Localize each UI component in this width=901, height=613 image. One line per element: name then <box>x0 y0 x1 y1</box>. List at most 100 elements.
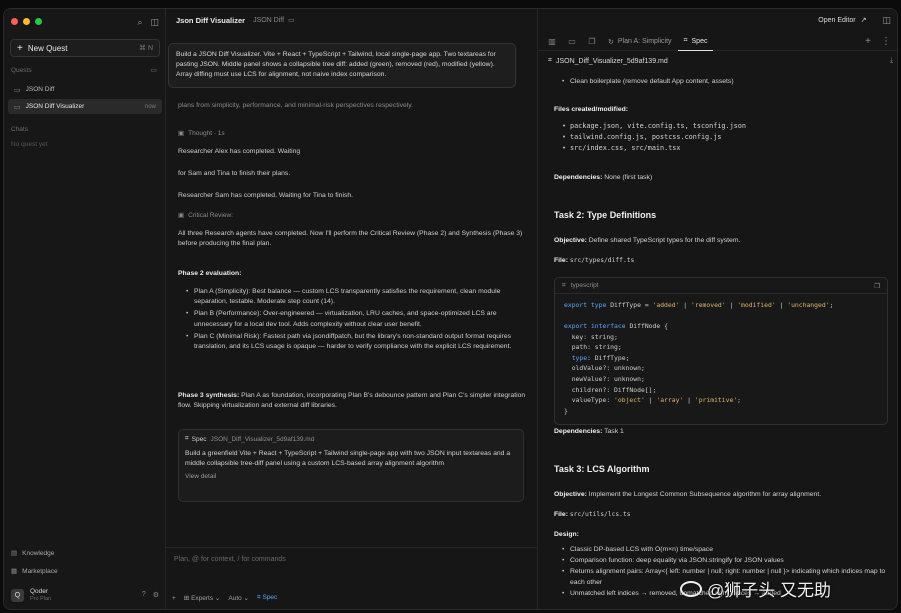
sidebar-item-time: now <box>144 103 156 110</box>
chats-section-label: Chats <box>11 126 28 133</box>
close-window-button[interactable] <box>11 18 18 25</box>
files-icon[interactable]: ▥ <box>542 37 562 46</box>
open-editor-label: Open Editor <box>818 16 856 24</box>
add-icon[interactable]: + <box>172 595 176 602</box>
history-icon: ↻ <box>608 38 614 46</box>
chat-input-area[interactable]: Plan, @ for context, / for commands + ⊞ … <box>166 547 897 609</box>
plan-evaluation-list: Plan A (Simplicity): Best balance — cust… <box>186 287 526 354</box>
copy-code-icon[interactable]: ❐ <box>874 282 880 290</box>
dependencies-line: Dependencies: Task 1 <box>554 428 624 435</box>
list-item: package.json, vite.config.ts, tsconfig.j… <box>562 121 889 132</box>
code-block: ⌗ typescript ❐ export type DiffType = 'a… <box>554 277 888 425</box>
page-title: Json Diff Visualizer <box>176 15 246 25</box>
chat-input[interactable]: Plan, @ for context, / for commands <box>174 556 286 563</box>
grid-icon: ▦ <box>11 568 18 575</box>
sidebar-item-json-diff[interactable]: ▭ JSON Diff <box>8 82 162 97</box>
user-profile[interactable]: Q Qoder Pro Plan ? ⚙ <box>8 585 162 605</box>
sidebar-item-label: JSON Diff Visualizer <box>25 103 85 110</box>
spec-summary: Build a greenfield Vite + React + TypeSc… <box>185 450 511 468</box>
tab-spec[interactable]: ⌗ Spec <box>677 33 714 51</box>
panel-toggle-icon[interactable]: ◫ <box>882 15 891 26</box>
new-folder-icon[interactable]: ▭ <box>150 66 157 74</box>
list-item: Plan B (Performance): Over-engineered — … <box>186 309 526 329</box>
weibo-logo-icon <box>680 580 702 597</box>
watermark-text: @狮子头 又无助 <box>707 581 831 600</box>
more-icon[interactable]: ⋮ <box>881 36 891 47</box>
knowledge-link[interactable]: ▤ Knowledge <box>11 549 54 558</box>
list-item: Classic DP-based LCS with O(m×n) time/sp… <box>562 545 889 556</box>
user-prompt-bubble: Build a JSON Diff Visualizer. Vite + Rea… <box>168 43 516 88</box>
spec-file-name: JSON_Diff_Visualizer_5d9af139.md <box>210 435 315 443</box>
book-icon: ▤ <box>11 550 18 557</box>
mode-select[interactable]: ⊞ Experts ⌄ <box>184 594 221 602</box>
sidebar-item-json-diff-visualizer[interactable]: ▭ JSON Diff Visualizer now <box>8 99 162 114</box>
list-item: src/index.css, src/main.tsx <box>562 143 889 154</box>
avatar: Q <box>11 588 24 602</box>
chat-message: Researcher Alex has completed. Waiting <box>178 148 301 155</box>
review-icon: ▣ <box>178 212 185 219</box>
user-name: Qoder <box>30 588 49 596</box>
list-item: Comparison function: deep equality via J… <box>562 556 889 567</box>
terminal-icon[interactable]: ▭ <box>562 37 582 46</box>
chats-empty-text: No quest yet <box>11 141 48 148</box>
thought-indicator[interactable]: ▣ Thought · 1s <box>178 129 225 138</box>
code-language: typescript <box>570 282 599 289</box>
chat-message: All three Research agents have completed… <box>178 230 523 248</box>
model-select[interactable]: Auto ⌄ <box>228 594 249 602</box>
list-item: Plan C (Minimal Risk): Fastest path via … <box>186 332 526 352</box>
spec-icon: ⌗ <box>683 37 688 44</box>
user-plan: Pro Plan <box>30 595 52 602</box>
design-heading: Design: <box>554 531 579 538</box>
breadcrumb[interactable]: JSON Diff <box>253 17 284 24</box>
task2-objective: Objective: Define shared TypeScript type… <box>554 237 741 244</box>
sidebar-toggle-icon[interactable]: ◫ <box>150 17 159 28</box>
spec-file-header: ⌗ JSON_Diff_Visualizer_5d9af139.md ⤓ <box>548 57 893 65</box>
spec-document: Clean boilerplate (remove default App co… <box>554 77 889 88</box>
chat-message: Researcher Sam has completed. Waiting fo… <box>178 192 354 199</box>
chat-message: for Sam and Tina to finish their plans. <box>178 170 291 177</box>
task3-file: File: src/utils/lcs.ts <box>554 511 631 518</box>
spec-toggle[interactable]: ⌗ Spec <box>257 594 277 602</box>
download-icon[interactable]: ⤓ <box>890 57 893 65</box>
files-list: package.json, vite.config.ts, tsconfig.j… <box>554 121 889 154</box>
folder-icon: ▭ <box>14 86 21 94</box>
new-quest-button[interactable]: + New Quest ⌘ N <box>10 39 160 57</box>
phase2-heading: Phase 2 evaluation: <box>178 270 242 277</box>
search-icon[interactable]: ⌕ <box>137 17 142 28</box>
right-header: Open Editor ↗ ◫ <box>538 9 897 31</box>
gear-icon[interactable]: ⚙ <box>153 591 159 599</box>
task3-objective: Objective: Implement the Longest Common … <box>554 491 822 498</box>
task2-heading: Task 2: Type Definitions <box>554 210 657 220</box>
help-icon[interactable]: ? <box>142 591 146 599</box>
critical-review-indicator[interactable]: ▣ Critical Review: <box>178 211 233 220</box>
chat-behind-text: plans from simplicity, performance, and … <box>178 102 414 109</box>
quests-section-label: Quests <box>11 67 32 74</box>
spec-card[interactable]: ⌗ Spec JSON_Diff_Visualizer_5d9af139.md … <box>178 429 524 502</box>
copy-icon[interactable]: ❐ <box>582 37 602 46</box>
thought-label: Thought · 1s <box>188 129 225 137</box>
open-editor-button[interactable]: Open Editor ↗ <box>812 13 872 27</box>
minimize-window-button[interactable] <box>23 18 30 25</box>
tab-bar: ▥ ▭ ❐ ↻ Plan A: Simplicity ⌗ Spec + ⋮ <box>538 33 897 51</box>
files-heading: Files created/modified: <box>554 106 629 113</box>
tab-spec-label: Spec <box>691 37 708 45</box>
tab-plan-a[interactable]: ↻ Plan A: Simplicity <box>602 33 678 51</box>
code-content: export type DiffType = 'added' | 'remove… <box>564 301 834 415</box>
list-item: Plan A (Simplicity): Best balance — cust… <box>186 287 526 307</box>
view-detail-link[interactable]: View detail <box>185 473 517 480</box>
sidebar: ⌕ ◫ + New Quest ⌘ N Quests ▭ ▭ JSON Diff… <box>4 9 166 609</box>
spec-icon: ⌗ <box>185 435 189 442</box>
critical-review-label: Critical Review: <box>188 211 233 219</box>
folder-open-icon: ▭ <box>14 103 21 111</box>
task3-heading: Task 3: LCS Algorithm <box>554 464 650 474</box>
plus-icon: + <box>17 42 23 54</box>
maximize-window-button[interactable] <box>35 18 42 25</box>
monitor-icon: ▭ <box>288 17 295 24</box>
sidebar-item-label: JSON Diff <box>25 86 55 93</box>
marketplace-label: Marketplace <box>22 567 58 575</box>
dependencies-line: Dependencies: None (first task) <box>554 174 653 181</box>
marketplace-link[interactable]: ▦ Marketplace <box>11 567 58 576</box>
add-tab-icon[interactable]: + <box>865 36 871 47</box>
app-window: ⌕ ◫ + New Quest ⌘ N Quests ▭ ▭ JSON Diff… <box>3 8 898 610</box>
code-icon: ⌗ <box>562 281 566 289</box>
